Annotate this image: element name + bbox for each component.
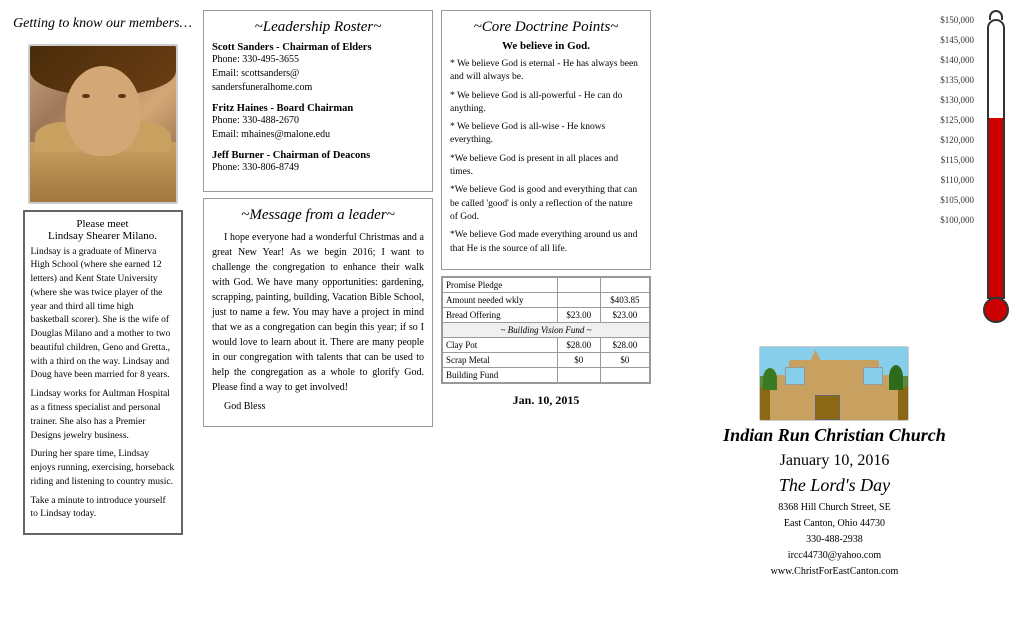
table-bread-col1: $23.00: [557, 307, 600, 322]
doctrine-column: ~Core Doctrine Points~ We believe in God…: [441, 10, 651, 609]
church-address-1: 8368 Hill Church Street, SE: [771, 500, 899, 516]
doctrine-point-2: * We believe God is all-powerful - He ca…: [450, 90, 642, 117]
table-building-col1: [557, 367, 600, 382]
church-info: Indian Run Christian Church January 10, …: [723, 346, 946, 580]
message-title: ~Message from a leader~: [212, 207, 424, 224]
leader-jeff-name: Jeff Burner - Chairman of Deacons: [212, 150, 424, 161]
table-amount-col2: $403.85: [600, 292, 649, 307]
leader-scott-name: Scott Sanders - Chairman of Elders: [212, 42, 424, 53]
leader-jeff: Jeff Burner - Chairman of Deacons Phone:…: [212, 150, 424, 175]
church-phone: 330-488-2938: [771, 532, 899, 548]
member-column: Getting to know our members… Please meet…: [10, 10, 195, 609]
table-promise-col2: [600, 277, 649, 292]
table-scrap-label: Scrap Metal: [443, 352, 558, 367]
thermo-label-9: $110,000: [941, 170, 974, 190]
church-website: www.ChristForEastCanton.com: [771, 564, 899, 580]
table-bread-label: Bread Offering: [443, 307, 558, 322]
church-photo: [759, 346, 909, 421]
leadership-column: ~Leadership Roster~ Scott Sanders - Chai…: [203, 10, 433, 609]
thermo-label-11: $100,000: [940, 210, 974, 230]
doctrine-point-3: * We believe God is all-wise - He knows …: [450, 121, 642, 148]
leader-fritz: Fritz Haines - Board Chairman Phone: 330…: [212, 103, 424, 142]
table-fund-header: ~ Building Vision Fund ~: [443, 322, 650, 337]
thermo-label-3: $140,000: [940, 50, 974, 70]
table-amount-label: Amount needed wkly: [443, 292, 558, 307]
table-scrap-col1: $0: [557, 352, 600, 367]
table-amount-col1: [557, 292, 600, 307]
thermo-label-2: $145,000: [940, 30, 974, 50]
doctrine-point-1: * We believe God is eternal - He has alw…: [450, 58, 642, 85]
member-info-box: Please meet Lindsay Shearer Milano. Lind…: [23, 210, 183, 536]
thermo-label-6: $125,000: [940, 110, 974, 130]
thermo-label-4: $135,000: [940, 70, 974, 90]
leader-scott-phone: Phone: 330-495-3655: [212, 53, 424, 67]
doctrine-point-6: *We believe God made everything around u…: [450, 229, 642, 256]
church-address-2: East Canton, Ohio 44730: [771, 516, 899, 532]
thermo-tube: [987, 19, 1005, 299]
leader-scott-email2: sandersfuneralhome.com: [212, 81, 424, 95]
church-email: ircc44730@yahoo.com: [771, 548, 899, 564]
leader-fritz-phone: Phone: 330-488-2670: [212, 114, 424, 128]
thermo-label-8: $115,000: [941, 150, 974, 170]
thermo-label-10: $105,000: [940, 190, 974, 210]
table-scrap-col2: $0: [600, 352, 649, 367]
thermo-label-7: $120,000: [940, 130, 974, 150]
church-name: Indian Run Christian Church: [723, 425, 946, 447]
thermo-fill: [989, 118, 1003, 297]
thermo-label-5: $130,000: [940, 90, 974, 110]
table-claypot-col2: $28.00: [600, 337, 649, 352]
table-promise-label: Promise Pledge: [443, 277, 558, 292]
member-please-meet: Please meet Lindsay Shearer Milano.: [31, 218, 175, 242]
leader-jeff-phone: Phone: 330-806-8749: [212, 161, 424, 175]
thermometer-labels: $150,000 $145,000 $140,000 $135,000 $130…: [940, 10, 974, 230]
doctrine-point-5: *We believe God is good and everything t…: [450, 184, 642, 224]
church-address: 8368 Hill Church Street, SE East Canton,…: [771, 500, 899, 580]
leadership-box: ~Leadership Roster~ Scott Sanders - Chai…: [203, 10, 433, 192]
leadership-title: ~Leadership Roster~: [212, 19, 424, 36]
thermometer-area: $150,000 $145,000 $140,000 $135,000 $130…: [659, 10, 1010, 330]
thermo-label-1: $150,000: [940, 10, 974, 30]
doctrine-title: ~Core Doctrine Points~: [450, 19, 642, 36]
church-lords-day: The Lord's Day: [779, 475, 890, 496]
page: Getting to know our members… Please meet…: [0, 0, 1020, 619]
member-header: Getting to know our members…: [13, 10, 192, 38]
member-photo: [28, 44, 178, 204]
leader-scott-email: Email: scottsanders@: [212, 67, 424, 81]
message-body: I hope everyone had a wonderful Christma…: [212, 230, 424, 414]
table-promise-col1: [557, 277, 600, 292]
doctrine-point-4: *We believe God is present in all places…: [450, 153, 642, 180]
table-building-label: Building Fund: [443, 367, 558, 382]
church-column: $150,000 $145,000 $140,000 $135,000 $130…: [659, 10, 1010, 609]
thermometer: [982, 10, 1010, 330]
leader-fritz-name: Fritz Haines - Board Chairman: [212, 103, 424, 114]
leader-scott: Scott Sanders - Chairman of Elders Phone…: [212, 42, 424, 95]
doctrine-box: ~Core Doctrine Points~ We believe in God…: [441, 10, 651, 270]
table-claypot-col1: $28.00: [557, 337, 600, 352]
table-claypot-label: Clay Pot: [443, 337, 558, 352]
table-building-col2: [600, 367, 649, 382]
thermo-bulb: [983, 297, 1009, 323]
message-box: ~Message from a leader~ I hope everyone …: [203, 198, 433, 427]
doctrine-subtitle: We believe in God.: [450, 40, 642, 52]
finance-table: Promise Pledge Amount needed wkly $403.8…: [441, 276, 651, 384]
finance-date: Jan. 10, 2015: [441, 390, 651, 411]
leader-fritz-email: Email: mhaines@malone.edu: [212, 128, 424, 142]
member-biography: Lindsay is a graduate of Minerva High Sc…: [31, 246, 175, 523]
table-bread-col2: $23.00: [600, 307, 649, 322]
church-date: January 10, 2016: [780, 451, 890, 472]
